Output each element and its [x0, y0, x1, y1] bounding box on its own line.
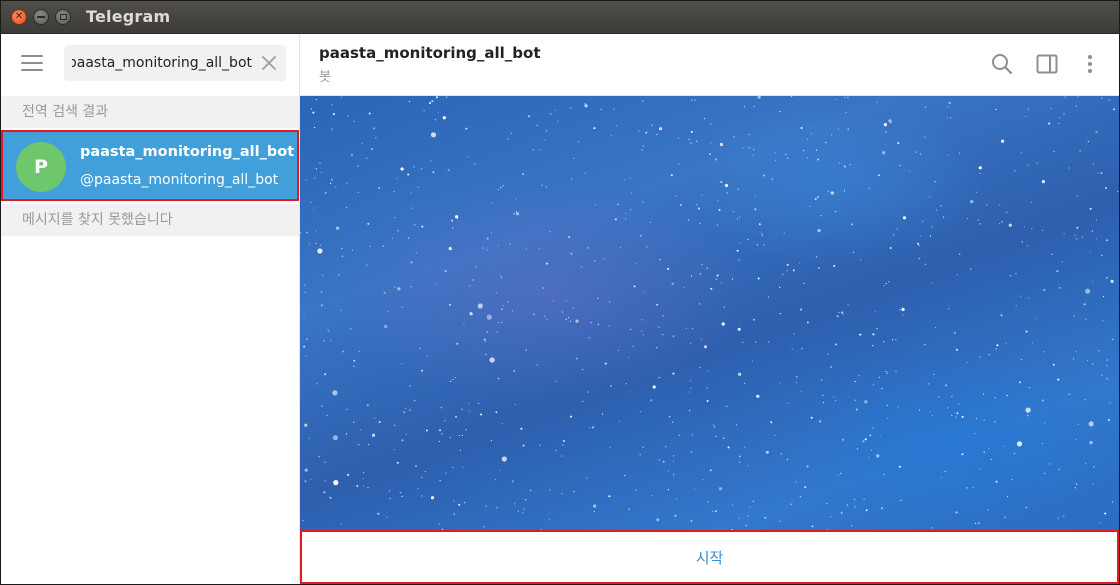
telegram-window: ✕ Telegram 전역 검색 결과 P paasta_monitoring_…: [0, 0, 1120, 585]
chat-title: paasta_monitoring_all_bot: [319, 44, 541, 62]
more-icon[interactable]: [1078, 52, 1102, 76]
maximize-window-button[interactable]: [55, 9, 71, 25]
window-title: Telegram: [86, 7, 171, 26]
global-results-label: 전역 검색 결과: [1, 96, 299, 128]
starfield-background: [300, 96, 1119, 530]
search-icon[interactable]: [990, 52, 1014, 76]
chat-panel: paasta_monitoring_all_bot 봇 시작: [300, 34, 1119, 584]
no-messages-label: 메시지를 찾지 못했습니다: [1, 204, 299, 236]
avatar: P: [16, 142, 66, 192]
sidebar-toggle-icon[interactable]: [1035, 52, 1059, 76]
result-name: paasta_monitoring_all_bot: [80, 144, 295, 160]
search-input[interactable]: [72, 45, 252, 81]
title-bar: ✕ Telegram: [1, 1, 1119, 34]
chat-subtitle: 봇: [319, 70, 331, 85]
close-window-button[interactable]: ✕: [11, 9, 27, 25]
dialogs-header: [1, 34, 299, 95]
clear-icon[interactable]: [261, 55, 277, 71]
menu-icon[interactable]: [21, 55, 43, 73]
search-box[interactable]: [64, 45, 286, 81]
chat-background: [300, 96, 1119, 530]
chat-header[interactable]: paasta_monitoring_all_bot 봇: [300, 34, 1119, 96]
minimize-window-button[interactable]: [33, 9, 49, 25]
result-handle: @paasta_monitoring_all_bot: [80, 172, 279, 188]
search-result-item[interactable]: P paasta_monitoring_all_bot @paasta_moni…: [1, 130, 299, 201]
dialogs-panel: 전역 검색 결과 P paasta_monitoring_all_bot @pa…: [1, 34, 300, 584]
start-button[interactable]: 시작: [300, 530, 1119, 584]
